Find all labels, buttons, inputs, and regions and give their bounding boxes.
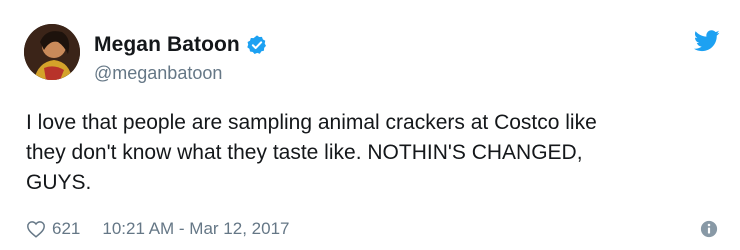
avatar-image — [24, 24, 80, 80]
info-icon[interactable] — [700, 220, 718, 238]
heart-icon[interactable] — [26, 220, 46, 238]
like-count: 621 — [52, 219, 81, 238]
tweet-card: Megan Batoon @meganbatoon I love that pe… — [0, 0, 740, 250]
author-handle[interactable]: @meganbatoon — [94, 62, 222, 84]
author-display-name[interactable]: Megan Batoon — [94, 32, 240, 58]
verified-badge-icon — [246, 34, 268, 56]
tweet-meta-row: 621 10:21 AM - Mar 12, 2017 — [26, 218, 289, 240]
avatar[interactable] — [24, 24, 80, 80]
tweet-timestamp[interactable]: 10:21 AM - Mar 12, 2017 — [102, 219, 289, 239]
tweet-text: I love that people are sampling animal c… — [26, 111, 597, 194]
author-name-row: Megan Batoon — [94, 32, 268, 58]
twitter-bird-icon[interactable] — [693, 30, 720, 52]
